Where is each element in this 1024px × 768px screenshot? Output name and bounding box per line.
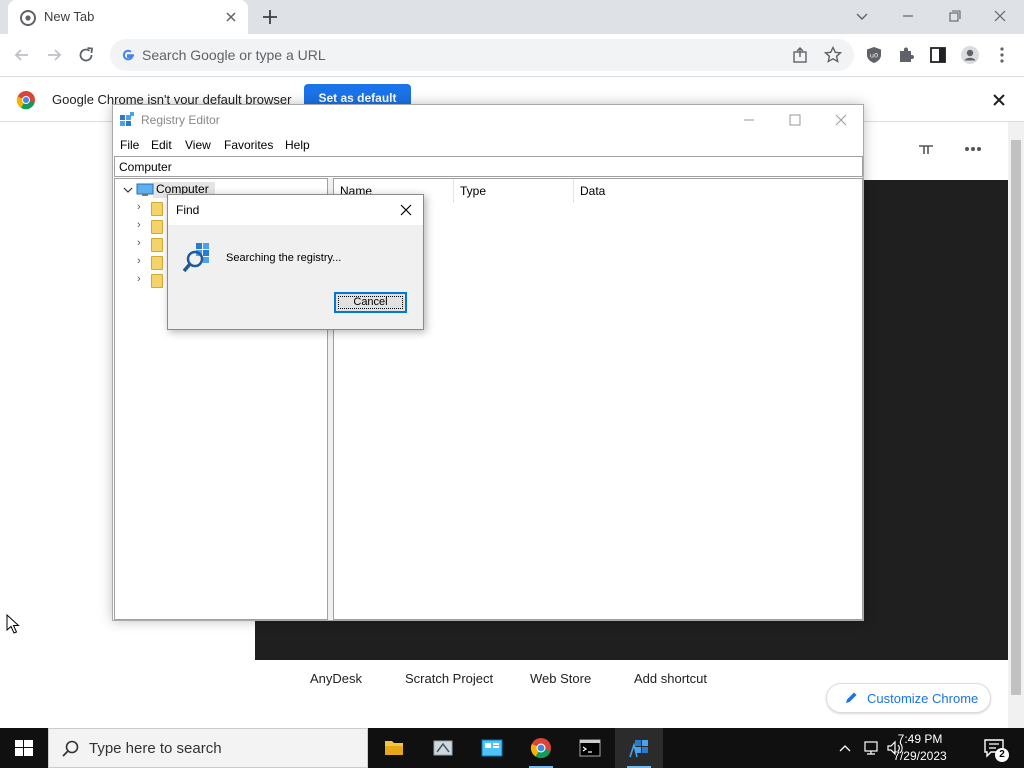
infobar-close-icon[interactable] <box>990 91 1008 109</box>
browser-toolbar: Search Google or type a URL u0 <box>0 34 1024 76</box>
taskbar-registry-editor[interactable] <box>615 728 663 768</box>
folder-icon <box>151 202 163 216</box>
clock-date[interactable]: 7/29/2023 <box>880 749 960 763</box>
ublock-shield-icon[interactable]: u0 <box>864 45 884 65</box>
taskbar-search-box[interactable]: Type here to search <box>48 728 368 768</box>
taskbar-chrome[interactable] <box>517 728 565 768</box>
customize-chrome-label: Customize Chrome <box>867 691 979 706</box>
chrome-logo-icon <box>530 738 551 759</box>
menu-favorites[interactable]: Favorites <box>224 138 273 152</box>
registry-editor-icon <box>629 740 648 758</box>
windows-logo-icon <box>15 740 33 756</box>
forward-arrow-icon[interactable] <box>44 45 64 65</box>
cancel-button[interactable]: Cancel <box>334 292 407 313</box>
scrollbar-thumb[interactable] <box>1011 140 1021 695</box>
omnibox-placeholder: Search Google or type a URL <box>142 47 326 63</box>
regedit-close-icon[interactable] <box>827 109 855 131</box>
start-button[interactable] <box>0 728 48 768</box>
regedit-minimize-icon[interactable] <box>735 109 763 131</box>
svg-text:u0: u0 <box>870 52 878 60</box>
registry-editor-titlebar[interactable]: Registry Editor <box>113 105 863 135</box>
chevron-down-icon[interactable] <box>123 185 133 195</box>
taskbar-app-2[interactable] <box>419 728 467 768</box>
pencil-icon <box>846 692 857 703</box>
regedit-maximize-icon[interactable] <box>781 109 809 131</box>
shortcut-anydesk[interactable]: AnyDesk <box>310 671 362 686</box>
column-header-data[interactable]: Data <box>574 179 862 203</box>
computer-monitor-icon <box>136 183 154 196</box>
profile-avatar-icon[interactable] <box>960 45 980 65</box>
chevron-right-icon[interactable]: › <box>137 219 141 231</box>
search-icon <box>62 740 79 757</box>
tab-search-chevron-down-icon[interactable] <box>848 4 876 28</box>
window-close-icon[interactable] <box>986 4 1014 28</box>
control-panel-icon <box>481 739 503 757</box>
omnibox[interactable]: Search Google or type a URL <box>110 39 854 71</box>
chrome-logo-icon <box>16 91 35 110</box>
customize-chrome-button[interactable]: Customize Chrome <box>826 683 991 713</box>
google-g-icon <box>122 49 134 61</box>
back-arrow-icon[interactable] <box>12 45 32 65</box>
chrome-icon <box>20 10 36 26</box>
tools-app-icon <box>433 740 453 756</box>
clock-time[interactable]: 7:49 PM <box>880 732 960 746</box>
tab-title: New Tab <box>44 9 95 24</box>
folder-icon <box>385 741 403 755</box>
find-dialog-titlebar[interactable]: Find <box>168 195 423 225</box>
shortcut-web-store[interactable]: Web Store <box>530 671 591 686</box>
chevron-right-icon[interactable]: › <box>137 201 141 213</box>
registry-editor-icon <box>120 112 134 126</box>
find-dialog: Find Searching the registry... Cancel <box>167 194 424 330</box>
registry-editor-title: Registry Editor <box>141 113 220 127</box>
terminal-icon <box>579 739 601 757</box>
focus-ring <box>338 296 403 309</box>
side-panel-icon[interactable] <box>928 45 948 65</box>
folder-icon <box>151 238 163 252</box>
extensions-puzzle-icon[interactable] <box>896 45 916 65</box>
windows-taskbar: Type here to search 7:49 PM 7/29/2023 <box>0 728 1024 768</box>
minimize-icon[interactable] <box>894 4 922 28</box>
column-header-type[interactable]: Type <box>454 179 574 203</box>
shortcut-add-shortcut[interactable]: Add shortcut <box>634 671 707 686</box>
registry-address-text: Computer <box>119 160 172 174</box>
tab-strip: New Tab <box>0 0 1024 34</box>
find-close-icon[interactable] <box>398 202 414 218</box>
registry-address-bar[interactable]: Computer <box>114 156 863 177</box>
registry-editor-menubar: File Edit View Favorites Help <box>113 135 863 155</box>
reload-icon[interactable] <box>76 45 96 65</box>
menu-edit[interactable]: Edit <box>151 138 172 152</box>
chevron-right-icon[interactable]: › <box>137 273 141 285</box>
folder-icon <box>151 274 163 288</box>
new-tab-plus-icon[interactable] <box>260 7 280 27</box>
folder-icon <box>151 256 163 270</box>
mouse-cursor-icon <box>6 614 20 634</box>
taskbar-command-prompt[interactable] <box>566 728 614 768</box>
folder-icon <box>151 220 163 234</box>
menu-file[interactable]: File <box>120 138 139 152</box>
notification-count-badge: 2 <box>995 748 1009 762</box>
shortcut-scratch-project[interactable]: Scratch Project <box>405 671 493 686</box>
close-icon[interactable] <box>222 8 240 26</box>
tab-new-tab[interactable]: New Tab <box>8 0 248 34</box>
find-dialog-title: Find <box>176 203 200 217</box>
search-registry-icon <box>182 243 209 273</box>
menu-help[interactable]: Help <box>285 138 310 152</box>
find-status-message: Searching the registry... <box>226 252 342 264</box>
taskbar-search-placeholder: Type here to search <box>89 740 222 757</box>
share-icon[interactable] <box>790 45 810 65</box>
chevron-up-icon[interactable] <box>838 741 852 755</box>
registry-editor-window: Registry Editor File Edit View Favorites… <box>112 104 864 621</box>
menu-view[interactable]: View <box>185 138 211 152</box>
chevron-right-icon[interactable]: › <box>137 237 141 249</box>
star-bookmark-icon[interactable] <box>823 45 843 65</box>
taskbar-file-explorer[interactable] <box>370 728 418 768</box>
kebab-menu-icon[interactable] <box>992 45 1012 65</box>
restore-icon[interactable] <box>940 4 968 28</box>
network-icon[interactable] <box>862 740 880 756</box>
chevron-right-icon[interactable]: › <box>137 255 141 267</box>
ntp-apps-and-more-icon[interactable] <box>915 138 995 158</box>
taskbar-app-3[interactable] <box>468 728 516 768</box>
